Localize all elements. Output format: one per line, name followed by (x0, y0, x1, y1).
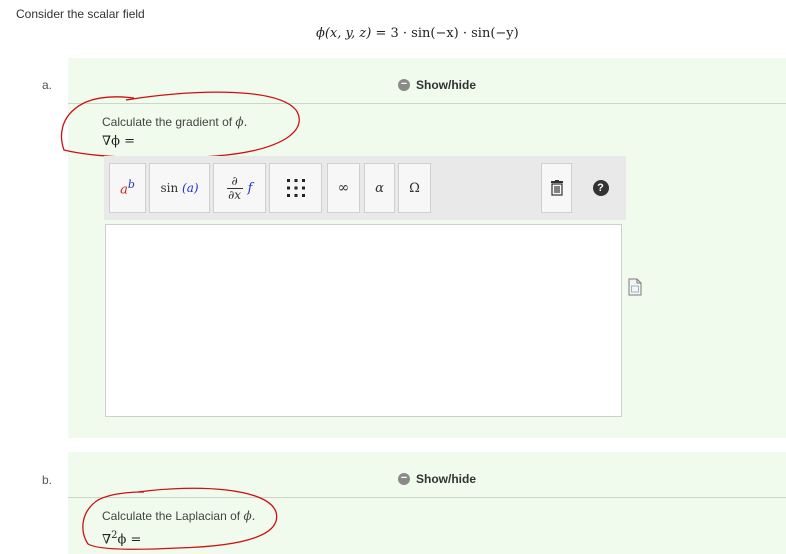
part-a-prompt-text: Calculate the gradient of (102, 115, 236, 129)
part-a-prompt: Calculate the gradient of ϕ. (102, 115, 247, 129)
part-b-answer-lhs: ∇2ϕ = (102, 530, 141, 547)
derivative-numerator: ∂ (231, 173, 238, 188)
part-b-panel (68, 452, 786, 554)
part-a-showhide-toggle[interactable]: − Show/hide (398, 78, 476, 92)
part-b-showhide-toggle[interactable]: − Show/hide (398, 472, 476, 486)
part-b-prompt-symbol: ϕ. (243, 509, 256, 523)
function-arg: (a) (182, 181, 199, 195)
part-a-answer-lhs: ∇ϕ = (102, 134, 135, 149)
math-editor-toolbar: ab sin (a) ∂ ∂x f ∞ α Ω ? (104, 156, 626, 220)
help-icon: ? (592, 180, 609, 196)
clear-button[interactable] (541, 163, 572, 213)
part-b-prompt-text: Calculate the Laplacian of (102, 509, 244, 523)
part-b-lhs-base: ∇ (102, 532, 112, 548)
superscript-base: a (120, 182, 128, 198)
toggle-minus-icon: − (398, 473, 410, 485)
superscript-exponent: b (127, 178, 135, 192)
toggle-minus-icon: − (398, 79, 410, 91)
greek-symbol: α (375, 180, 384, 196)
greek-button[interactable]: α (364, 163, 395, 213)
part-a-divider (68, 103, 786, 104)
part-a-prompt-symbol: ϕ. (235, 115, 248, 129)
part-b-letter: b. (42, 473, 53, 487)
upper-greek-button[interactable]: Ω (398, 163, 431, 213)
matrix-icon (286, 179, 305, 197)
part-b-showhide-label: Show/hide (416, 472, 476, 486)
function-name: sin (160, 181, 179, 195)
function-button[interactable]: sin (a) (149, 163, 210, 213)
document-icon[interactable] (628, 278, 642, 296)
scalar-field-equation: ϕ(x, y, z) = 3 · sin(−x) · sin(−y) (316, 26, 519, 41)
part-b-prompt: Calculate the Laplacian of ϕ. (102, 509, 255, 523)
trash-icon (550, 180, 563, 196)
part-b-divider (68, 497, 786, 498)
part-b-lhs-rest: ϕ = (117, 532, 142, 548)
derivative-function: f (247, 180, 253, 196)
math-editor-input-area[interactable] (105, 224, 622, 417)
part-a-letter: a. (42, 78, 53, 92)
superscript-button[interactable]: ab (109, 163, 146, 213)
equation-rhs: 3 · sin(−x) · sin(−y) (390, 26, 519, 41)
equation-lhs: ϕ(x, y, z) = (316, 26, 391, 41)
help-button[interactable]: ? (582, 163, 619, 213)
intro-text: Consider the scalar field (16, 7, 145, 21)
derivative-button[interactable]: ∂ ∂x f (213, 163, 266, 213)
derivative-denominator: ∂x (228, 187, 242, 202)
part-a-showhide-label: Show/hide (416, 78, 476, 92)
upper-greek-symbol: Ω (409, 180, 420, 196)
matrix-button[interactable] (269, 163, 322, 213)
infinity-symbol: ∞ (337, 180, 350, 196)
infinity-button[interactable]: ∞ (327, 163, 360, 213)
